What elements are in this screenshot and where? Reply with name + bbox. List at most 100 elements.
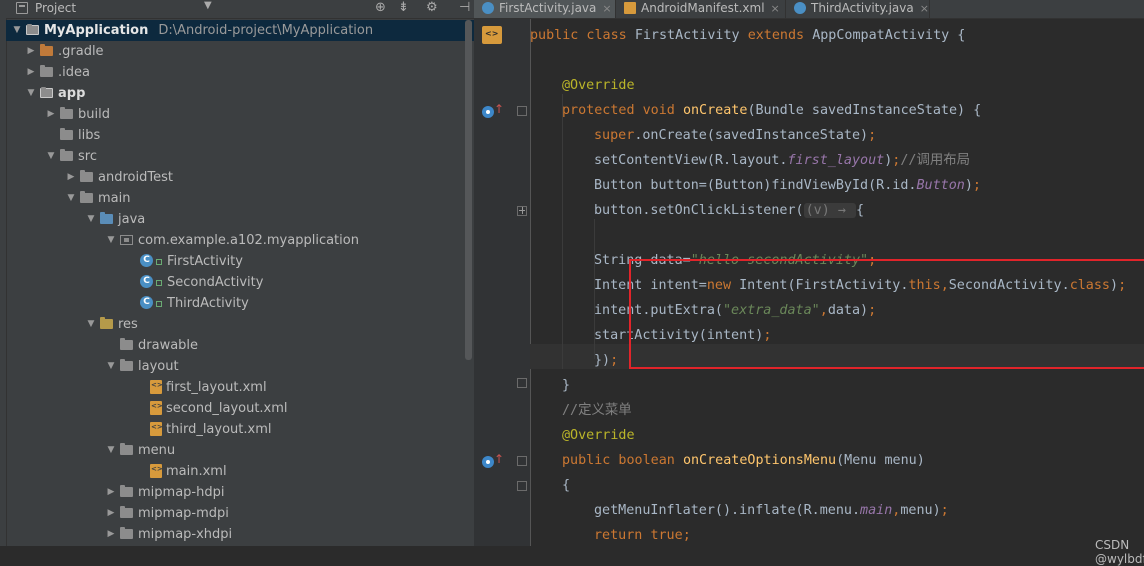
- tree-item-androidtest[interactable]: ▶ androidTest: [66, 167, 173, 188]
- code-token: first_layout: [787, 153, 885, 168]
- tree-item-layout[interactable]: ▼ layout: [106, 356, 179, 377]
- collapsed-arrow-icon[interactable]: ▶: [26, 62, 36, 83]
- locate-icon[interactable]: ⊕: [375, 0, 386, 16]
- tree-item-label: mipmap-xhdpi: [138, 527, 233, 542]
- tree-item-myapplication[interactable]: ▼ MyApplication D:\Android-project\MyAppli…: [6, 20, 474, 41]
- collapsed-arrow-icon[interactable]: ▶: [66, 167, 76, 188]
- tree-item-label: layout: [138, 359, 179, 374]
- tree-item-main-xml[interactable]: main.xml: [150, 461, 227, 482]
- tree-item-build[interactable]: ▶ build: [46, 104, 110, 125]
- xml-file-icon: [150, 463, 163, 478]
- tree-item-mipmap-hdpi[interactable]: ▶ mipmap-hdpi: [106, 482, 224, 503]
- expand-arrow-icon[interactable]: ▼: [86, 314, 96, 335]
- fold-icon[interactable]: [517, 481, 527, 491]
- override-icon[interactable]: [482, 456, 494, 468]
- tree-item-gradle[interactable]: ▶ .gradle: [26, 41, 104, 62]
- expand-arrow-icon[interactable]: ▼: [106, 356, 116, 377]
- expand-arrow-icon[interactable]: ▼: [66, 188, 76, 209]
- chevron-down-icon[interactable]: ▼: [204, 0, 212, 11]
- tab-label: ThirdActivity.java: [811, 1, 914, 15]
- tab-androidmanifest[interactable]: AndroidManifest.xml ×: [616, 0, 786, 18]
- tree-item-first-layout[interactable]: first_layout.xml: [150, 377, 267, 398]
- expand-arrow-icon[interactable]: ▼: [12, 20, 22, 41]
- code-token: {: [855, 203, 865, 218]
- folder-icon: [120, 337, 133, 350]
- expand-arrow-icon[interactable]: ▼: [106, 230, 116, 251]
- code-token: main: [860, 503, 893, 518]
- tree-scrollbar[interactable]: [465, 20, 472, 360]
- editor-gutter[interactable]: ↑ ↑: [474, 19, 549, 546]
- expand-arrow-icon[interactable]: ▼: [26, 83, 36, 104]
- expand-arrow-icon[interactable]: ▼: [46, 146, 56, 167]
- expand-arrow-icon[interactable]: ▼: [106, 440, 116, 461]
- tree-item-label: FirstActivity: [167, 254, 243, 269]
- tree-item-app[interactable]: ▼ app: [26, 83, 86, 104]
- collapsed-arrow-icon[interactable]: ▶: [106, 482, 116, 503]
- collapsed-arrow-icon[interactable]: ▶: [26, 41, 36, 62]
- tree-item-idea[interactable]: ▶ .idea: [26, 62, 90, 83]
- tree-item-thirdactivity[interactable]: C ThirdActivity: [140, 293, 249, 314]
- tree-item-java[interactable]: ▼ java: [86, 209, 145, 230]
- override-icon[interactable]: [482, 106, 494, 118]
- class-file-icon: [482, 26, 502, 44]
- gear-icon[interactable]: ⚙: [426, 0, 438, 16]
- code-editor: FirstActivity.java × AndroidManifest.xml ×…: [474, 0, 1144, 566]
- watermark: CSDN @wylbdff: [1095, 538, 1144, 566]
- code-token: ;: [972, 178, 981, 193]
- tree-item-package[interactable]: ▼ com.example.a102.myapplication: [106, 230, 359, 251]
- collapsed-arrow-icon[interactable]: ▶: [106, 503, 116, 524]
- folder-icon: [40, 43, 53, 56]
- close-icon[interactable]: ×: [920, 2, 929, 15]
- expand-fold-icon[interactable]: [517, 206, 527, 216]
- code-line-6: setContentView(R.layout.first_layout);//…: [594, 148, 970, 173]
- close-icon[interactable]: ×: [771, 2, 780, 15]
- project-panel-title[interactable]: Project: [35, 1, 76, 15]
- code-token: getMenuInflater().inflate(R.menu.: [594, 503, 861, 518]
- collapsed-arrow-icon[interactable]: ▶: [106, 524, 116, 545]
- fold-icon[interactable]: [517, 106, 527, 116]
- tool-window-strip: [0, 0, 7, 546]
- fold-icon[interactable]: [517, 378, 527, 388]
- collapsed-arrow-icon[interactable]: ▶: [46, 104, 56, 125]
- hide-panel-icon[interactable]: ⊣: [459, 0, 470, 16]
- tree-item-drawable[interactable]: drawable: [106, 335, 198, 356]
- tree-item-mipmap-xhdpi[interactable]: ▶ mipmap-xhdpi: [106, 524, 232, 545]
- tab-label: AndroidManifest.xml: [641, 1, 765, 15]
- folder-icon: [60, 106, 73, 119]
- code-line-4: protected void onCreate(Bundle savedInst…: [562, 98, 981, 123]
- tree-item-menu[interactable]: ▼ menu: [106, 440, 175, 461]
- code-token: ;: [682, 528, 691, 543]
- tab-thirdactivity[interactable]: ThirdActivity.java ×: [786, 0, 930, 18]
- tree-item-label: androidTest: [98, 170, 173, 185]
- code-token: public class: [530, 28, 635, 43]
- module-folder-icon: [26, 23, 39, 35]
- tree-item-mipmap-mdpi[interactable]: ▶ mipmap-mdpi: [106, 503, 229, 524]
- code-token: ): [964, 178, 973, 193]
- close-icon[interactable]: ×: [602, 2, 611, 15]
- tree-item-label: first_layout.xml: [166, 380, 267, 395]
- code-line-1: public class FirstActivity extends AppCo…: [530, 23, 965, 48]
- arrow-up-icon: ↑: [494, 452, 505, 466]
- code-token: FirstActivity: [634, 28, 748, 43]
- tree-item-label: ThirdActivity: [167, 296, 249, 311]
- arrow-up-icon: ↑: [494, 102, 505, 116]
- source-folder-icon: [100, 211, 113, 224]
- tab-firstactivity[interactable]: FirstActivity.java ×: [474, 0, 616, 18]
- tree-item-libs[interactable]: libs: [46, 125, 100, 146]
- tree-item-src[interactable]: ▼ src: [46, 146, 97, 167]
- code-area[interactable]: public class FirstActivity extends AppCo…: [530, 19, 1144, 566]
- collapse-all-icon[interactable]: ⇟: [398, 0, 409, 16]
- tree-item-third-layout[interactable]: third_layout.xml: [150, 419, 271, 440]
- fold-icon[interactable]: [517, 456, 527, 466]
- tree-item-secondactivity[interactable]: C SecondActivity: [140, 272, 263, 293]
- lambda-hint[interactable]: (v) →: [803, 203, 856, 218]
- code-token: (Bundle savedInstanceState) {: [747, 103, 982, 118]
- tree-item-main[interactable]: ▼ main: [66, 188, 130, 209]
- tree-item-firstactivity[interactable]: C FirstActivity: [140, 251, 243, 272]
- tree-item-second-layout[interactable]: second_layout.xml: [150, 398, 288, 419]
- expand-arrow-icon[interactable]: ▼: [86, 209, 96, 230]
- tree-item-label: build: [78, 107, 110, 122]
- code-token: return: [594, 528, 651, 543]
- code-line-19: {: [562, 473, 570, 498]
- tree-item-res[interactable]: ▼ res: [86, 314, 138, 335]
